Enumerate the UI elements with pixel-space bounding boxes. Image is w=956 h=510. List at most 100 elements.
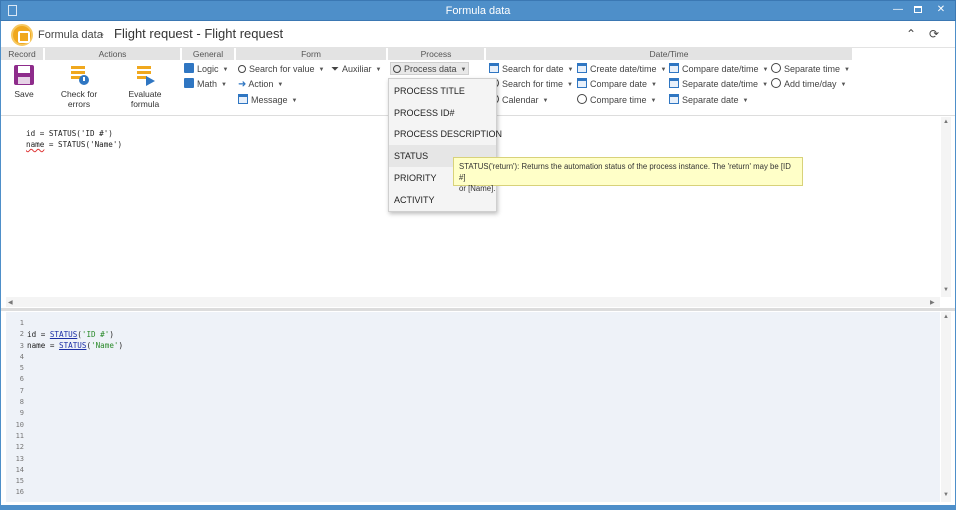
line-number: 5 <box>19 364 24 373</box>
separate-date-menu[interactable]: Separate date ▼ <box>669 94 749 107</box>
window-title: Formula data <box>445 5 511 17</box>
preview-line-2-var: name <box>26 140 45 149</box>
code-line-2-function: STATUS <box>59 341 87 351</box>
dropdown-item-process-title[interactable]: PROCESS TITLE <box>389 80 496 102</box>
top-vertical-scrollbar[interactable]: ▲ ▼ <box>941 117 951 297</box>
scroll-up-icon[interactable]: ▲ <box>943 314 949 320</box>
evaluate-formula-icon <box>137 66 155 86</box>
pane-splitter[interactable] <box>1 308 955 311</box>
dropdown-item-process-id[interactable]: PROCESS ID# <box>389 102 496 124</box>
action-menu[interactable]: ➜ Action ▼ <box>238 78 283 91</box>
math-icon <box>184 78 194 88</box>
chevron-down-icon: ▼ <box>277 82 284 88</box>
group-actions: Actions <box>45 48 180 60</box>
group-form: Form <box>236 48 386 60</box>
auxiliar-menu[interactable]: ⏷ Auxiliar ▼ <box>331 63 381 76</box>
clock-add-icon <box>771 78 781 88</box>
compare-datetime-label: Compare date/time <box>682 64 759 74</box>
chevron-down-icon: ▼ <box>650 98 657 104</box>
calendar-search-icon <box>489 63 499 73</box>
math-menu[interactable]: Math ▼ <box>184 78 227 91</box>
tooltip-line-1: STATUS('return'): Returns the automation… <box>459 162 791 182</box>
chevron-down-icon: ▼ <box>542 98 549 104</box>
math-label: Math <box>197 79 218 89</box>
line-number: 8 <box>19 398 24 407</box>
maximize-button[interactable] <box>909 3 927 17</box>
line-number: 10 <box>15 420 24 429</box>
line-number: 4 <box>19 352 24 361</box>
create-datetime-menu[interactable]: Create date/time ▼ <box>577 63 667 76</box>
scroll-down-icon[interactable]: ▼ <box>943 287 949 293</box>
app-logo-icon <box>11 24 33 46</box>
check-errors-icon <box>71 66 89 85</box>
line-number: 1 <box>19 319 24 327</box>
filter-icon: ⏷ <box>331 64 339 75</box>
formula-code[interactable]: id = STATUS('ID #') name = STATUS('Name'… <box>27 329 123 352</box>
breadcrumb-separator-icon: › <box>100 27 104 41</box>
save-icon <box>14 65 34 85</box>
compare-datetime-menu[interactable]: Compare date/time ▼ <box>669 63 769 76</box>
page-title: Flight request - Flight request <box>114 26 284 41</box>
separate-datetime-label: Separate date/time <box>682 79 759 89</box>
message-icon <box>238 94 248 104</box>
collapse-icon[interactable]: ⌃ <box>906 27 916 41</box>
calendar-label: Calendar <box>502 95 539 105</box>
evaluate-formula-button[interactable]: Evaluate formula <box>115 64 175 109</box>
action-label: Action <box>248 79 274 89</box>
calendar-compare-icon <box>577 78 587 88</box>
maximize-icon <box>914 6 922 13</box>
calendar-split-icon <box>669 78 679 88</box>
dropdown-item-process-description[interactable]: PROCESS DESCRIPTION <box>389 123 502 145</box>
scroll-up-icon[interactable]: ▲ <box>943 119 949 125</box>
message-menu[interactable]: Message ▼ <box>238 94 297 107</box>
bottom-vertical-scrollbar[interactable]: ▲ ▼ <box>941 312 951 502</box>
check-errors-button[interactable]: Check for errors <box>49 64 109 109</box>
process-data-menu[interactable]: Process data ▼ <box>390 62 470 75</box>
close-button[interactable]: ✕ <box>930 3 952 17</box>
process-data-label: Process data <box>404 64 457 74</box>
window-titlebar: Formula data — ✕ <box>0 0 956 21</box>
chevron-down-icon: ▼ <box>840 82 847 88</box>
logic-menu[interactable]: Logic ▼ <box>184 63 228 76</box>
compare-date-menu[interactable]: Compare date ▼ <box>577 78 657 91</box>
minimize-button[interactable]: — <box>889 3 907 17</box>
separate-datetime-menu[interactable]: Separate date/time ▼ <box>669 78 768 91</box>
save-button[interactable]: Save <box>10 64 38 99</box>
line-number: 7 <box>19 386 24 395</box>
code-line-1-function: STATUS <box>49 330 78 339</box>
line-number: 3 <box>19 341 24 350</box>
compare-time-label: Compare time <box>590 95 647 105</box>
formula-editor[interactable]: 1 2 3 4 5 6 7 8 9 10 11 12 13 14 15 16 id = STATUS('ID … <box>6 312 940 502</box>
top-horizontal-scrollbar[interactable]: ◀ ▶ <box>6 297 940 307</box>
search-time-menu[interactable]: Search for time ▼ <box>489 78 573 91</box>
chevron-down-icon: ▼ <box>742 98 749 104</box>
code-line-2-close-paren: ) <box>118 341 124 351</box>
line-number: 16 <box>15 488 24 497</box>
search-date-menu[interactable]: Search for date ▼ <box>489 63 574 76</box>
search-icon <box>238 65 246 73</box>
line-number-gutter: 1 2 3 4 5 6 7 8 9 10 11 12 13 14 15 16 <box>6 318 24 499</box>
scroll-left-icon[interactable]: ◀ <box>8 299 13 306</box>
calendar-menu[interactable]: Calendar ▼ <box>489 94 548 107</box>
separate-date-label: Separate date <box>682 95 739 105</box>
scroll-right-icon[interactable]: ▶ <box>930 299 935 306</box>
preview-line-2-rest: = STATUS('Name') <box>44 140 123 149</box>
add-timeday-menu[interactable]: Add time/day ▼ <box>771 78 846 91</box>
group-record: Record <box>1 48 43 60</box>
line-number: 13 <box>15 454 24 463</box>
breadcrumb-root[interactable]: Formula data <box>38 29 103 41</box>
compare-time-menu[interactable]: Compare time ▼ <box>577 94 656 107</box>
message-label: Message <box>251 95 288 105</box>
code-line-1-close-paren: ) <box>109 330 114 339</box>
refresh-icon[interactable]: ⟳ <box>929 27 939 41</box>
separate-time-menu[interactable]: Separate time ▼ <box>771 63 850 76</box>
line-number: 12 <box>15 443 24 452</box>
code-line-1-prefix: id = <box>27 330 50 339</box>
scroll-down-icon[interactable]: ▼ <box>943 492 949 498</box>
check-errors-label: Check for errors <box>60 89 98 109</box>
arrow-right-icon: ➜ <box>238 79 247 90</box>
line-number: 9 <box>19 409 24 418</box>
formula-preview-code: id = STATUS('ID #') name = STATUS('Name'… <box>26 128 122 150</box>
search-value-menu[interactable]: Search for value ▼ <box>238 63 325 76</box>
status-tooltip: STATUS('return'): Returns the automation… <box>453 157 803 193</box>
